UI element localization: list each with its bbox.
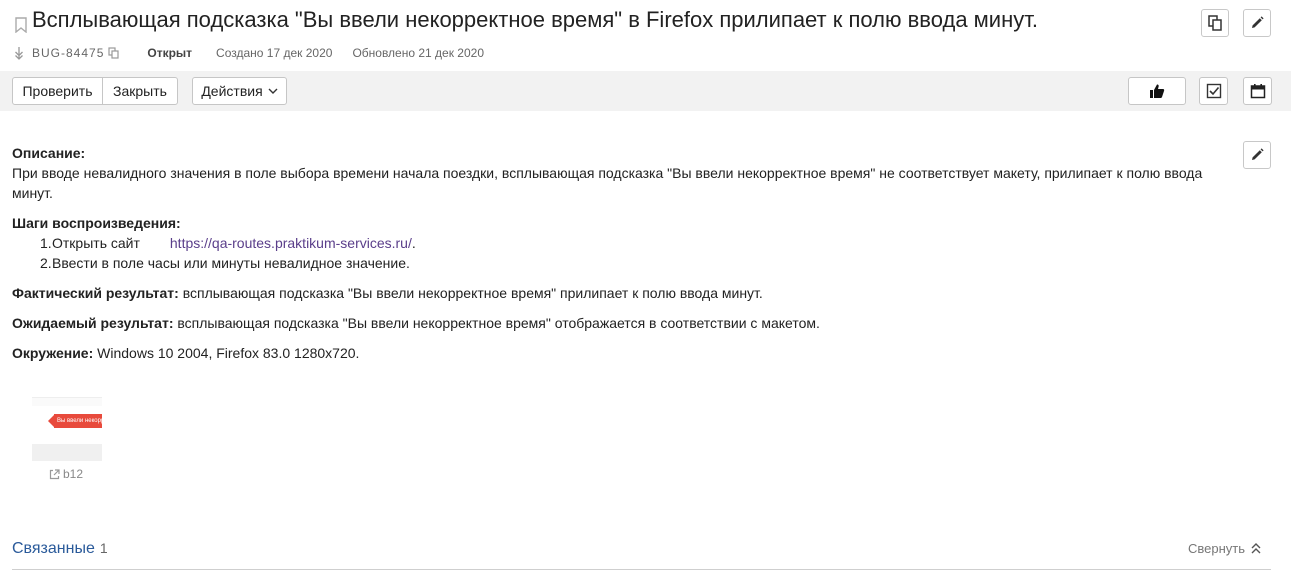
- description-text: При вводе невалидного значения в поле вы…: [12, 165, 1203, 201]
- environment: Окружение: Windows 10 2004, Firefox 83.0…: [12, 343, 1227, 363]
- collapse-button[interactable]: Свернуть: [1188, 541, 1261, 556]
- actual-text: всплывающая подсказка "Вы ввели некоррек…: [182, 285, 763, 301]
- copy-key-icon[interactable]: [108, 47, 119, 59]
- issue-header: Всплывающая подсказка "Вы ввели некоррек…: [12, 6, 1291, 40]
- collapse-label: Свернуть: [1188, 541, 1246, 556]
- attachment-link[interactable]: b12: [49, 467, 83, 481]
- thumbs-up-icon: [1150, 84, 1165, 98]
- actual-result: Фактический результат: всплывающая подск…: [12, 283, 1227, 303]
- related-label: Связанные: [12, 540, 95, 557]
- close-button[interactable]: Закрыть: [102, 77, 178, 105]
- expected-result: Ожидаемый результат: всплывающая подсказ…: [12, 313, 1227, 333]
- step-item: 1. Открыть сайт https://qa-routes.praktik…: [40, 235, 416, 251]
- tooltip-preview: Вы ввели некорр: [54, 414, 102, 428]
- checkbox-icon: [1206, 83, 1221, 99]
- external-link-icon: [49, 468, 60, 479]
- issue-key: BUG-84475: [32, 46, 105, 60]
- copy-icon: [1208, 15, 1222, 31]
- calendar-button[interactable]: [1243, 77, 1272, 105]
- priority-low-icon: [15, 47, 23, 60]
- steps-list: 1. Открыть сайт https://qa-routes.praktik…: [12, 233, 1227, 273]
- calendar-icon: [1250, 84, 1265, 99]
- actions-dropdown[interactable]: Действия: [192, 77, 287, 105]
- edit-title-button[interactable]: [1243, 9, 1271, 37]
- issue-description: Описание: При вводе невалидного значения…: [12, 143, 1227, 373]
- site-link[interactable]: https://qa-routes.praktikum-services.ru/: [170, 235, 412, 251]
- pencil-icon: [1252, 148, 1264, 160]
- like-button[interactable]: [1128, 77, 1186, 105]
- steps-heading: Шаги воспроизведения:: [12, 215, 181, 231]
- edit-description-button[interactable]: [1243, 141, 1271, 169]
- checklist-button[interactable]: [1199, 77, 1228, 105]
- issue-meta: BUG-84475 Открыт Создано 17 дек 2020 Обн…: [14, 45, 484, 61]
- chevron-down-icon: [268, 88, 278, 94]
- issue-toolbar: Проверить Закрыть Действия: [0, 71, 1291, 111]
- attachment-thumbnail[interactable]: Вы ввели некорр: [32, 397, 102, 461]
- expected-label: Ожидаемый результат:: [12, 315, 174, 331]
- bookmark-icon[interactable]: [14, 17, 28, 33]
- attachment-name: b12: [63, 467, 84, 481]
- page-title: Всплывающая подсказка "Вы ввели некоррек…: [32, 7, 1038, 32]
- related-count: 1: [99, 540, 108, 556]
- actual-label: Фактический результат:: [12, 285, 179, 301]
- step-item: 2. Ввести в поле часы или минуты невалид…: [40, 255, 410, 271]
- environment-label: Окружение:: [12, 345, 94, 361]
- created-date: Создано 17 дек 2020: [216, 46, 333, 60]
- pencil-icon: [1252, 16, 1264, 28]
- section-divider: [12, 569, 1271, 570]
- copy-link-button[interactable]: [1201, 9, 1229, 37]
- description-heading: Описание:: [12, 145, 86, 161]
- related-section[interactable]: Связанные 1: [12, 540, 108, 558]
- environment-text: Windows 10 2004, Firefox 83.0 1280x720.: [97, 345, 360, 361]
- expected-text: всплывающая подсказка "Вы ввели некоррек…: [177, 315, 820, 331]
- description-section: Описание: При вводе невалидного значения…: [12, 143, 1227, 203]
- actions-label: Действия: [201, 83, 263, 99]
- check-button[interactable]: Проверить: [12, 77, 103, 105]
- status-badge[interactable]: Открыт: [147, 46, 192, 60]
- updated-date: Обновлено 21 дек 2020: [352, 46, 484, 60]
- double-chevron-up-icon: [1251, 543, 1261, 554]
